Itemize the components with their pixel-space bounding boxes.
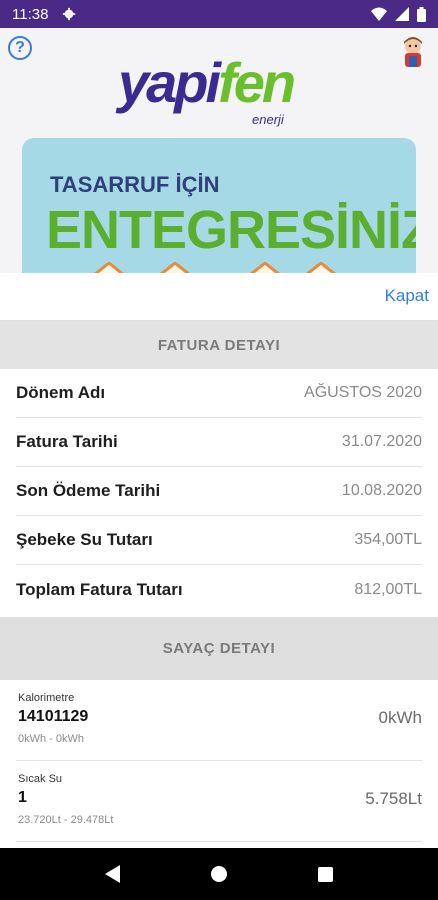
invoice-row-invoice-date: Fatura Tarihi 31.07.2020 bbox=[16, 418, 422, 467]
invoice-row-period: Dönem Adı AĞUSTOS 2020 bbox=[16, 369, 422, 418]
logo-part-1: yapi bbox=[118, 51, 221, 114]
logo-subtext: enerji bbox=[252, 112, 284, 127]
system-nav-bar bbox=[0, 848, 438, 900]
house-icon bbox=[306, 262, 336, 273]
logo-part-2: fen bbox=[218, 51, 296, 114]
mascot-icon[interactable] bbox=[398, 36, 428, 70]
meter-id: 1 bbox=[18, 789, 27, 806]
banner-line-2: ENTEGRESİNİZ! bbox=[46, 200, 416, 260]
invoice-row-value: 354,00TL bbox=[354, 531, 422, 548]
invoice-row-label: Şebeke Su Tutarı bbox=[16, 530, 153, 549]
settings-gear-icon bbox=[63, 7, 76, 21]
status-time: 11:38 bbox=[12, 5, 49, 23]
meter-type: Kalorimetre bbox=[18, 692, 75, 704]
app-header: ? yapifen enerji TASARRUF İÇİN ENTEGRESİ… bbox=[0, 28, 438, 273]
invoice-row-value: 812,00TL bbox=[354, 580, 422, 598]
recents-icon[interactable] bbox=[317, 866, 333, 882]
invoice-row-value: 31.07.2020 bbox=[341, 433, 422, 450]
signal-icon bbox=[395, 7, 409, 21]
battery-icon bbox=[417, 6, 426, 22]
meter-range: 0kWh - 0kWh bbox=[18, 733, 85, 745]
meter-row: Sıcak Su 1 23.720Lt - 29.478Lt 5.758Lt bbox=[16, 761, 422, 842]
invoice-row-water-amount: Şebeke Su Tutarı 354,00TL bbox=[16, 516, 422, 565]
home-icon[interactable] bbox=[210, 866, 227, 882]
invoice-row-label: Toplam Fatura Tutarı bbox=[16, 579, 183, 599]
help-icon[interactable]: ? bbox=[8, 36, 32, 60]
meter-reading: 5.758Lt bbox=[365, 789, 422, 808]
meter-list: Kalorimetre 14101129 0kWh - 0kWh 0kWh Sı… bbox=[0, 680, 438, 842]
meter-range: 23.720Lt - 29.478Lt bbox=[18, 814, 114, 826]
invoice-row-due-date: Son Ödeme Tarihi 10.08.2020 bbox=[16, 467, 422, 516]
brand-logo: yapifen enerji bbox=[118, 48, 328, 138]
invoice-details-list: Dönem Adı AĞUSTOS 2020 Fatura Tarihi 31.… bbox=[0, 369, 438, 614]
invoice-row-total-amount: Toplam Fatura Tutarı 812,00TL bbox=[16, 565, 422, 614]
invoice-row-label: Son Ödeme Tarihi bbox=[16, 481, 161, 500]
invoice-row-label: Fatura Tarihi bbox=[16, 432, 118, 451]
back-icon[interactable] bbox=[105, 865, 121, 883]
meter-row: Kalorimetre 14101129 0kWh - 0kWh 0kWh bbox=[16, 680, 422, 761]
meter-reading: 0kWh bbox=[378, 708, 422, 727]
banner-line-1: TASARRUF İÇİN bbox=[50, 172, 220, 197]
meter-id: 14101129 bbox=[18, 708, 89, 725]
status-bar: 11:38 bbox=[0, 0, 438, 28]
invoice-row-value: 10.08.2020 bbox=[341, 482, 422, 499]
invoice-row-value: AĞUSTOS 2020 bbox=[304, 384, 422, 401]
logo-wordmark: yapifen bbox=[118, 48, 296, 118]
status-icons bbox=[371, 6, 426, 22]
house-icon bbox=[94, 262, 124, 273]
house-icon bbox=[250, 262, 280, 273]
sheet-toolbar: Kapat bbox=[0, 273, 438, 321]
house-icon bbox=[160, 262, 190, 273]
close-button[interactable]: Kapat bbox=[385, 286, 429, 306]
meter-section-header: SAYAÇ DETAYI bbox=[0, 617, 438, 680]
meter-type: Sıcak Su bbox=[18, 773, 63, 785]
wifi-icon bbox=[371, 7, 387, 21]
invoice-detail-sheet: Kapat FATURA DETAYI Dönem Adı AĞUSTOS 20… bbox=[0, 273, 438, 848]
invoice-row-label: Dönem Adı bbox=[16, 383, 106, 402]
invoice-section-header: FATURA DETAYI bbox=[0, 321, 438, 369]
promo-banner[interactable]: TASARRUF İÇİN ENTEGRESİNİZ! bbox=[22, 138, 416, 273]
